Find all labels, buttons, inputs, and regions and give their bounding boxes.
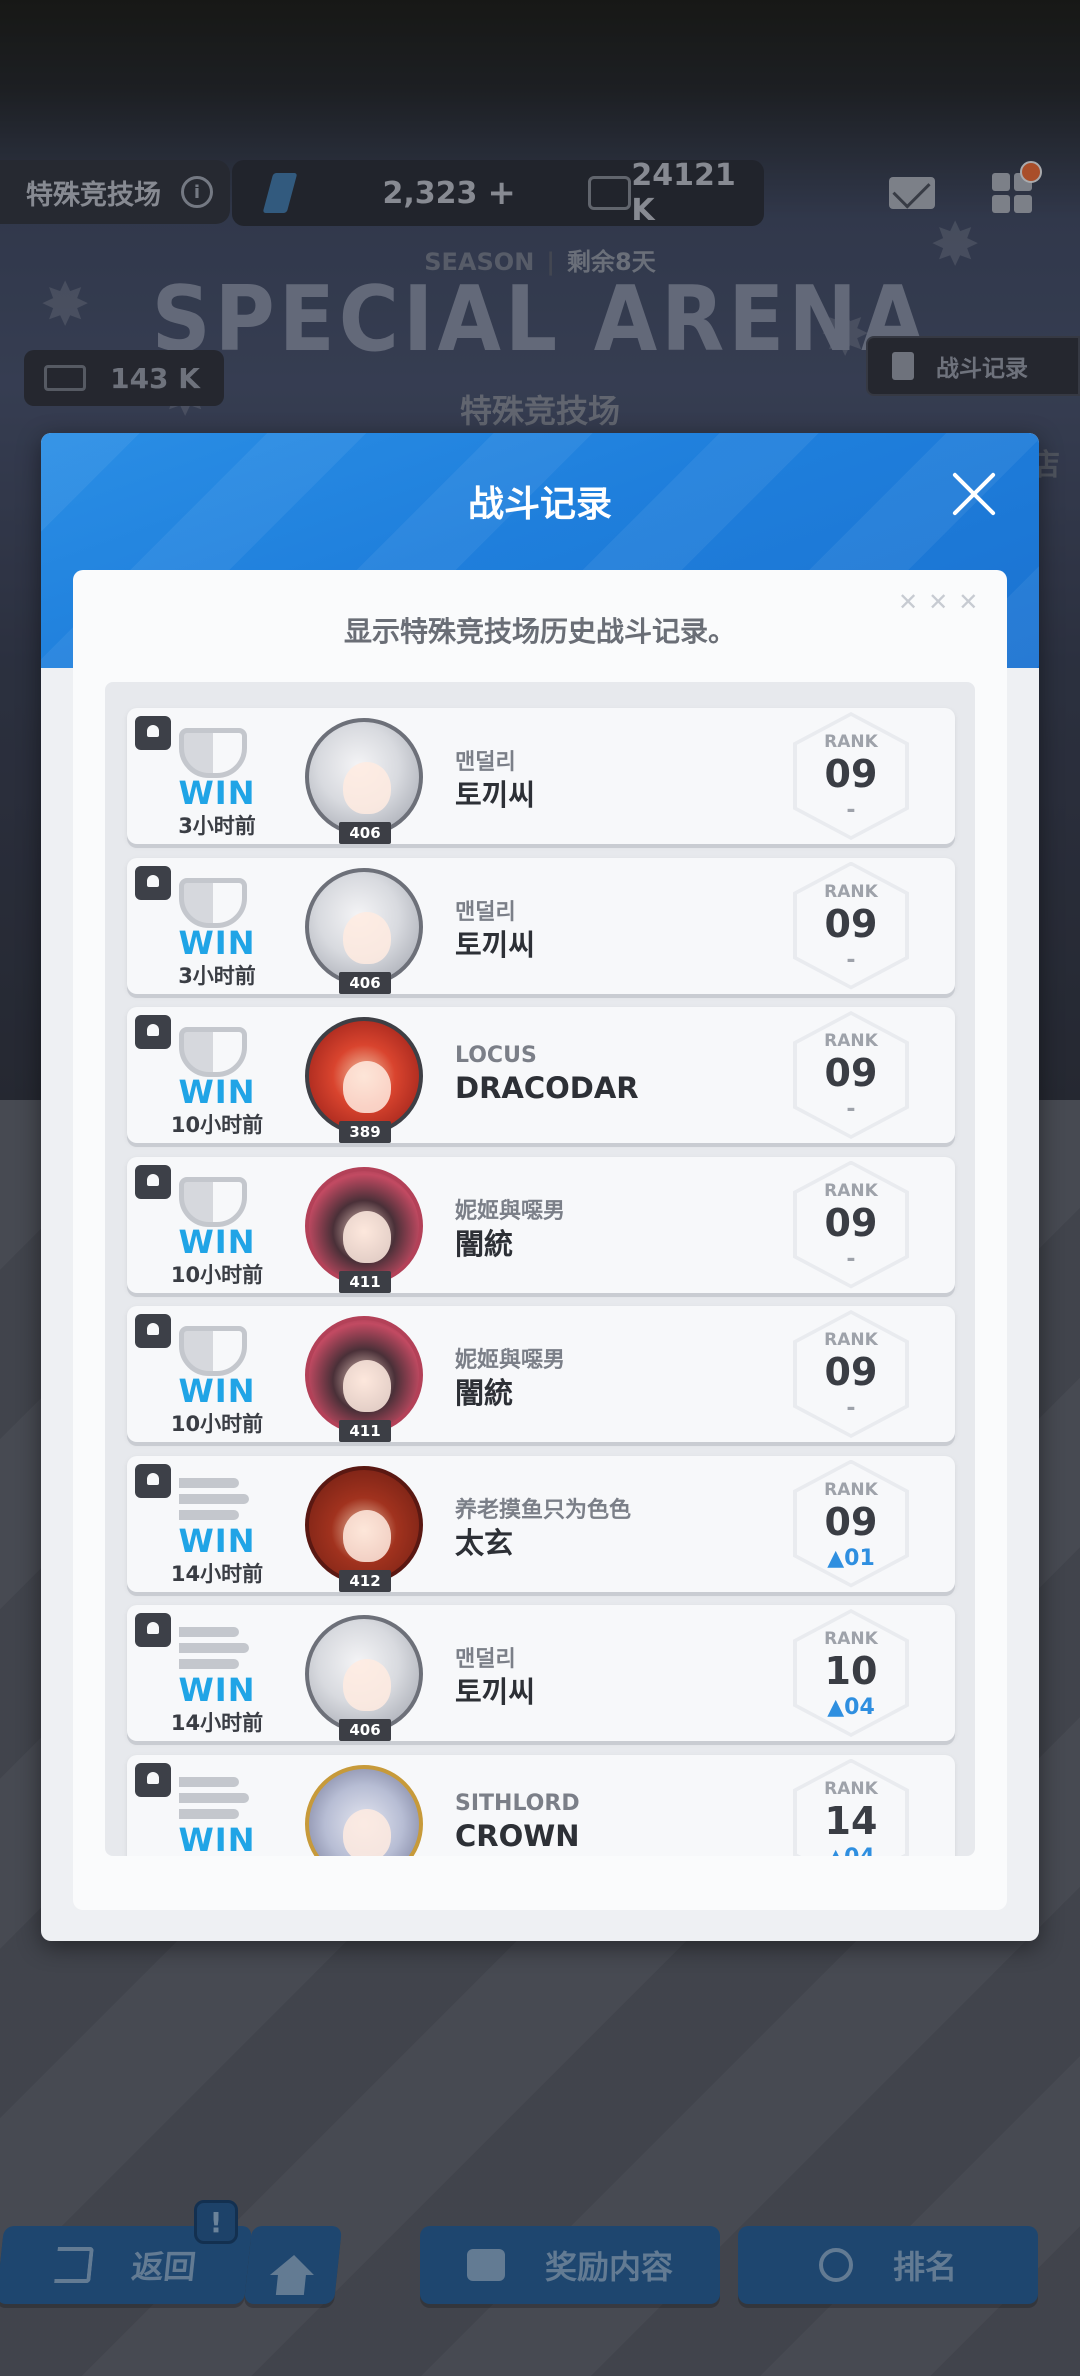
opponent-name: 토끼씨 xyxy=(455,1675,536,1709)
battle-record-row[interactable]: WIN 10小时前 389 LOCUS DRACODAR RANK 09 - xyxy=(127,1007,955,1143)
rank-number: 09 xyxy=(824,752,878,796)
level-tag: 406 xyxy=(339,822,391,844)
battle-record-list[interactable]: WIN 3小时前 406 맨덜리 토끼씨 RANK 09 - WIN 3小时前 … xyxy=(105,682,975,1856)
rank-number: 09 xyxy=(824,1499,878,1544)
opponent-avatar[interactable] xyxy=(305,1316,423,1434)
opponent-team: SITHLORD xyxy=(455,1790,580,1816)
opponent-avatar[interactable] xyxy=(305,718,423,836)
time-ago: 14小时前 xyxy=(170,1561,264,1586)
opponent-avatar[interactable] xyxy=(305,1615,423,1733)
modal-content-panel: ✕✕✕ 显示特殊竞技场历史战斗记录。 WIN 3小时前 406 맨덜리 토끼씨 … xyxy=(73,570,1007,1910)
time-ago: 3小时前 xyxy=(178,814,256,838)
ammo-icon xyxy=(179,1776,251,1825)
rank-change: ▲01 xyxy=(827,1545,875,1571)
rank-label: RANK xyxy=(824,1479,878,1500)
rank-number: 14 xyxy=(824,1798,878,1843)
rank-label: RANK xyxy=(824,1031,878,1051)
level-tag: 406 xyxy=(339,1719,391,1741)
rank-change: - xyxy=(846,1097,856,1122)
level-tag: 406 xyxy=(339,971,391,994)
rank-label: RANK xyxy=(824,1778,878,1799)
time-ago: 10小时前 xyxy=(170,1113,264,1137)
rank-label: RANK xyxy=(824,1629,878,1649)
opponent-team: LOCUS xyxy=(455,1043,537,1068)
opponent-name: CROWN xyxy=(455,1818,580,1853)
result-text: WIN xyxy=(178,1521,256,1560)
battle-record-row[interactable]: WIN 14小时前 412 养老摸鱼只为色色 太玄 RANK 09 ▲01 xyxy=(127,1455,955,1592)
rank-number: 09 xyxy=(824,1200,878,1245)
opponent-name: 闇統 xyxy=(455,1376,514,1410)
opponent-name: 토끼씨 xyxy=(455,927,536,962)
battle-record-row[interactable]: WIN 10小时前 411 妮姬與噁男 闇統 RANK 09 - xyxy=(127,1306,955,1442)
chat-replay-icon[interactable] xyxy=(135,1762,171,1797)
opponent-name: 闇統 xyxy=(455,1226,514,1261)
rank-change: - xyxy=(846,798,856,823)
chat-replay-icon[interactable] xyxy=(135,1164,171,1199)
opponent-name: DRACODAR xyxy=(455,1071,639,1105)
rank-label: RANK xyxy=(824,732,878,752)
rank-change: - xyxy=(846,947,856,973)
rank-number: 10 xyxy=(824,1649,878,1693)
chat-replay-icon[interactable] xyxy=(135,1463,171,1498)
level-tag: 412 xyxy=(339,1569,391,1592)
rank-change: ▲04 xyxy=(827,1695,875,1720)
opponent-avatar[interactable] xyxy=(305,1764,423,1856)
rank-change: ▲04 xyxy=(793,1845,909,1857)
battle-record-row[interactable]: WIN 3小时前 406 맨덜리 토끼씨 RANK 09 - xyxy=(127,857,955,994)
battle-record-row[interactable]: WIN 3小时前 406 맨덜리 토끼씨 RANK 09 - xyxy=(127,708,955,844)
level-tag: 389 xyxy=(339,1121,391,1143)
shield-icon xyxy=(179,1176,247,1227)
shield-icon xyxy=(179,1027,247,1077)
rank-label: RANK xyxy=(824,1180,878,1201)
rank-label: RANK xyxy=(824,881,878,902)
opponent-name: 토끼씨 xyxy=(455,778,536,812)
opponent-avatar[interactable] xyxy=(305,867,423,986)
result-text: WIN xyxy=(178,1372,256,1410)
result-text: WIN xyxy=(178,1222,256,1261)
opponent-avatar[interactable] xyxy=(305,1465,423,1584)
opponent-name: 太玄 xyxy=(455,1525,514,1560)
level-tag: 411 xyxy=(339,1420,391,1442)
battle-record-row[interactable]: WIN 14小时前 406 맨덜리 토끼씨 RANK 10 ▲04 xyxy=(127,1605,955,1741)
result-text: WIN xyxy=(178,1671,256,1709)
result-text: WIN xyxy=(178,774,256,812)
rank-number: 09 xyxy=(824,901,878,946)
time-ago: 14小时前 xyxy=(170,1711,264,1735)
chat-replay-icon[interactable] xyxy=(135,865,171,900)
level-tag: 411 xyxy=(339,1270,391,1293)
result-text: WIN xyxy=(178,923,256,962)
result-text: WIN xyxy=(178,1820,256,1857)
ammo-icon xyxy=(179,1477,251,1526)
time-ago: 3小时前 xyxy=(178,963,256,988)
rank-change: - xyxy=(846,1246,856,1272)
chat-replay-icon[interactable] xyxy=(135,716,171,750)
modal-title: 战斗记录 xyxy=(467,484,612,525)
rank-change: - xyxy=(846,1396,856,1421)
result-text: WIN xyxy=(178,1073,256,1111)
opponent-avatar[interactable] xyxy=(305,1166,423,1285)
opponent-avatar[interactable] xyxy=(305,1017,423,1135)
modal-subtitle: 显示特殊竞技场历史战斗记录。 xyxy=(343,615,736,648)
battle-record-row[interactable]: WIN SITHLORD CROWN RANK 14 ▲04 xyxy=(127,1754,955,1857)
chat-replay-icon[interactable] xyxy=(135,1015,171,1049)
time-ago: 10小时前 xyxy=(170,1412,264,1436)
battle-record-row[interactable]: WIN 10小时前 411 妮姬與噁男 闇統 RANK 09 - xyxy=(127,1156,955,1293)
chat-replay-icon[interactable] xyxy=(135,1314,171,1348)
battle-record-modal: 战斗记录 ✕✕✕ 显示特殊竞技场历史战斗记录。 WIN 3小时前 406 맨덜리… xyxy=(41,433,1039,1941)
rank-number: 09 xyxy=(824,1350,878,1394)
close-icon[interactable] xyxy=(949,469,999,519)
rank-number: 09 xyxy=(824,1051,878,1095)
shield-icon xyxy=(179,728,247,778)
time-ago: 10小时前 xyxy=(170,1262,264,1287)
ammo-icon xyxy=(179,1627,251,1675)
rank-label: RANK xyxy=(824,1330,878,1350)
shield-icon xyxy=(179,1326,247,1376)
shield-icon xyxy=(179,877,247,928)
chat-replay-icon[interactable] xyxy=(135,1613,171,1647)
